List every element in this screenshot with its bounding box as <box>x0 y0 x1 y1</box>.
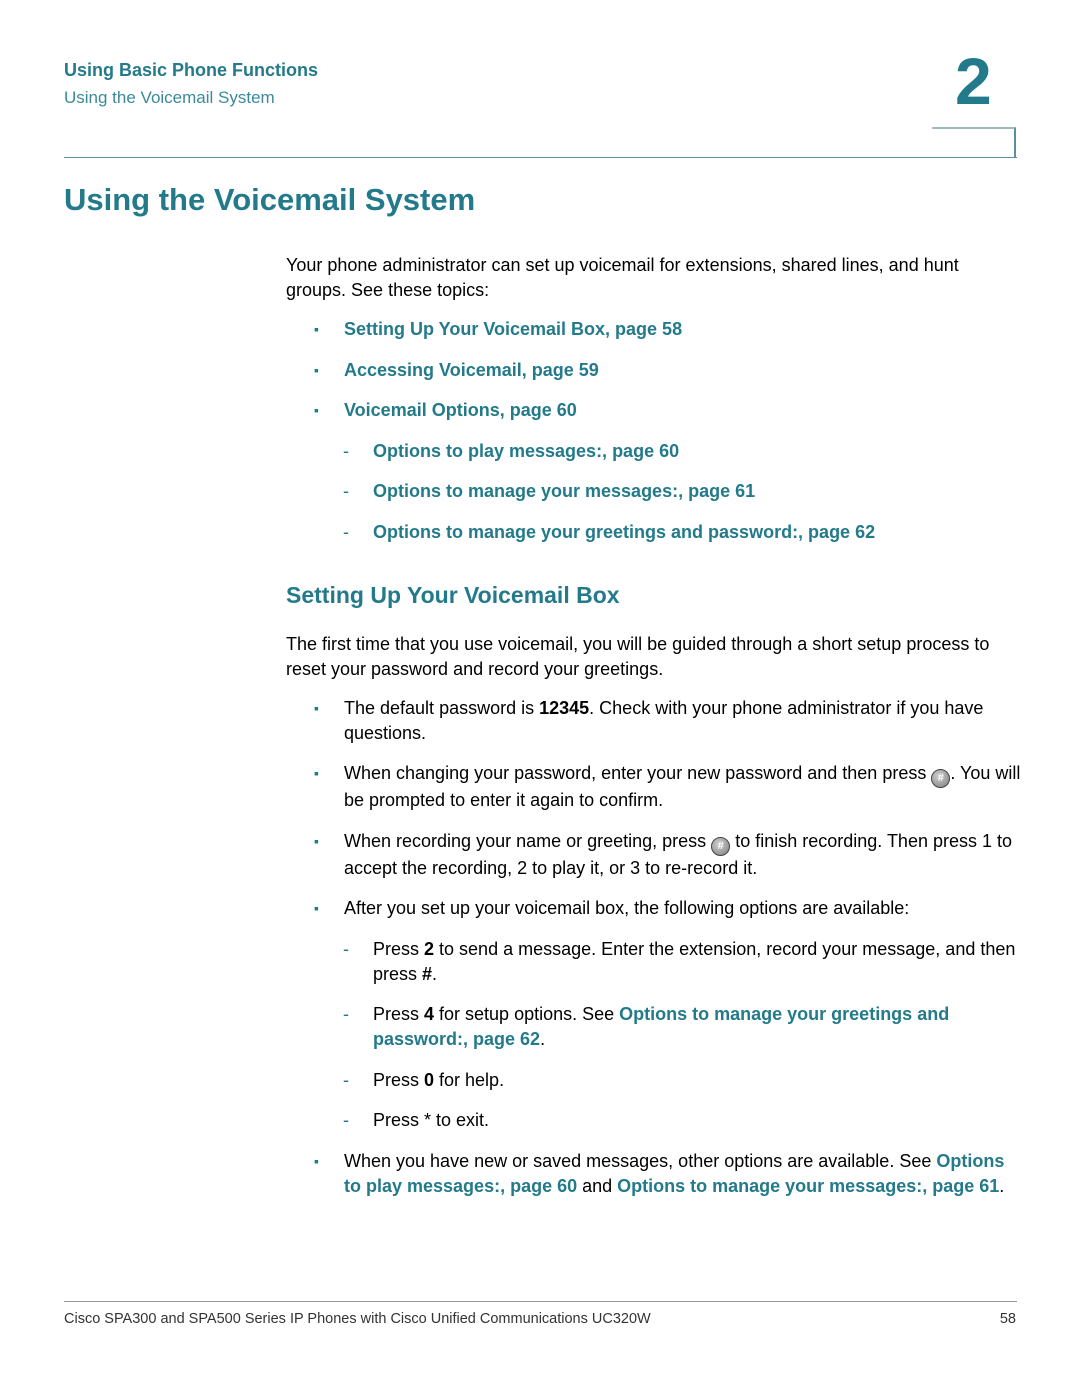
chapter-number-box <box>932 127 1016 157</box>
sub-list-item: - Press * to exit. <box>286 1108 1021 1133</box>
toc-link[interactable]: ▪ Voicemail Options, page 60 <box>286 398 1021 423</box>
intro-paragraph: Your phone administrator can set up voic… <box>286 255 959 300</box>
dash-icon: - <box>343 481 349 501</box>
text: for help. <box>434 1069 505 1090</box>
text: . <box>432 963 438 984</box>
text: to send a message. Enter the extension, … <box>373 938 1016 984</box>
manage-messages-link[interactable]: Options to manage your messages:, page 6… <box>617 1176 999 1196</box>
options-sub-list: - Press 2 to send a message. Enter the ex… <box>286 937 1021 1134</box>
toc-link-label[interactable]: Setting Up Your Voicemail Box, page 58 <box>344 319 682 339</box>
sub-list-item: - Press 2 to send a message. Enter the ex… <box>286 937 1021 987</box>
main-content: Your phone administrator can set up voic… <box>286 253 1021 1214</box>
dash-icon: - <box>343 1110 349 1130</box>
text: After you set up your voicemail box, the… <box>344 898 910 918</box>
list-item: ▪ When you have new or saved messages, ot… <box>286 1149 1021 1199</box>
dash-icon: - <box>343 938 349 959</box>
setup-bullet-list: ▪ The default password is 12345. Check wi… <box>286 696 1021 1199</box>
bullet-icon: ▪ <box>314 1152 319 1169</box>
key: 0 <box>424 1069 435 1090</box>
text: When changing your password, enter your … <box>344 763 932 783</box>
toc-link[interactable]: ▪ Setting Up Your Voicemail Box, page 58 <box>286 317 1021 342</box>
bullet-icon: ▪ <box>314 832 319 849</box>
pound-key-icon: # <box>931 769 951 788</box>
bullet-icon: ▪ <box>314 900 319 916</box>
text: Press * to exit. <box>373 1110 490 1130</box>
bullet-icon: ▪ <box>314 361 319 378</box>
dash-icon: - <box>343 1004 349 1024</box>
text: Press <box>373 938 425 959</box>
key: 4 <box>424 1004 435 1024</box>
list-item: ▪ The default password is 12345. Check wi… <box>286 696 1021 746</box>
dash-icon: - <box>343 1069 349 1090</box>
text: When you have new or saved messages, oth… <box>344 1150 937 1171</box>
footer-title: Cisco SPA300 and SPA500 Series IP Phones… <box>64 1311 651 1327</box>
list-item: ▪ After you set up your voicemail box, th… <box>286 896 1021 1133</box>
toc-link-label[interactable]: Voicemail Options, page 60 <box>344 400 577 420</box>
sub-list-item: - Press 4 for setup options. See Options … <box>286 1002 1021 1052</box>
text: When recording your name or greeting, pr… <box>344 830 712 851</box>
page-number: 58 <box>999 1311 1016 1327</box>
toc-link[interactable]: ▪ Accessing Voicemail, page 59 <box>286 358 1021 383</box>
sub-list-item: - Press 0 for help. <box>286 1068 1021 1093</box>
toc-link-label[interactable]: Options to play messages:, page 60 <box>373 441 679 461</box>
chapter-number: 2 <box>955 44 992 118</box>
text: and <box>577 1175 618 1196</box>
list-item: ▪ When changing your password, enter your… <box>286 761 1021 813</box>
bullet-icon: ▪ <box>314 699 319 716</box>
bullet-icon: ▪ <box>314 321 319 337</box>
footer-divider <box>64 1301 1017 1302</box>
toc-link[interactable]: - Options to manage your greetings and pa… <box>286 520 1021 545</box>
text: The default password is <box>344 697 540 718</box>
list-item: ▪ When recording your name or greeting, p… <box>286 829 1021 881</box>
chapter-header-title: Using Basic Phone Functions <box>64 60 319 80</box>
key: # <box>422 963 433 984</box>
text: for setup options. See <box>434 1004 620 1024</box>
toc-link[interactable]: - Options to play messages:, page 60 <box>286 439 1021 464</box>
toc-link-label[interactable]: Options to manage your greetings and pas… <box>373 522 875 542</box>
bullet-icon: ▪ <box>314 402 319 418</box>
bullet-icon: ▪ <box>314 765 319 781</box>
text: Press <box>373 1004 425 1024</box>
topic-list: ▪ Setting Up Your Voicemail Box, page 58 … <box>286 317 1021 545</box>
text: . <box>540 1029 546 1049</box>
toc-link-label[interactable]: Options to manage your messages:, page 6… <box>373 481 755 501</box>
page-title: Using the Voicemail System <box>64 182 476 217</box>
text: . <box>999 1175 1005 1196</box>
section-intro: The first time that you use voicemail, y… <box>286 633 990 679</box>
dash-icon: - <box>343 521 349 542</box>
toc-link[interactable]: - Options to manage your messages:, page … <box>286 479 1021 504</box>
key: 2 <box>424 938 435 959</box>
pound-key-icon: # <box>711 836 731 856</box>
section-title: Setting Up Your Voicemail Box <box>286 581 620 608</box>
dash-icon: - <box>343 440 349 461</box>
text: Press <box>373 1069 425 1090</box>
toc-link-label[interactable]: Accessing Voicemail, page 59 <box>344 360 599 380</box>
default-password: 12345 <box>539 697 590 718</box>
header-divider <box>64 157 1017 158</box>
section-header-title: Using the Voicemail System <box>64 88 275 107</box>
